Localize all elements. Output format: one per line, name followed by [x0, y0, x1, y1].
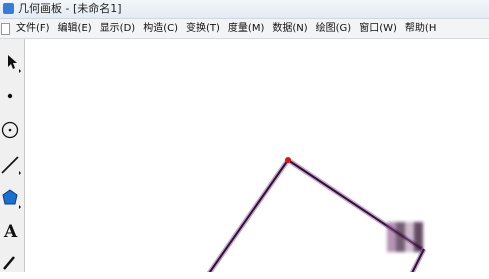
document-icon[interactable]	[1, 23, 10, 35]
text-tool[interactable]: A	[0, 217, 24, 247]
menu-construct[interactable]: 构造(C)	[139, 19, 182, 38]
vertex-point[interactable]	[285, 157, 291, 163]
app-icon	[3, 3, 14, 14]
line-segment-icon	[1, 156, 21, 175]
arrow-icon	[8, 55, 21, 73]
menu-measure[interactable]: 度量(M)	[224, 19, 268, 38]
arrow-select-tool[interactable]	[0, 47, 24, 77]
polygon-tool[interactable]	[0, 183, 24, 213]
title-bar: 几何画板 - [未命名1]	[0, 0, 489, 19]
menu-bar: 文件(F) 编辑(E) 显示(D) 构造(C) 变换(T) 度量(M) 数据(N…	[0, 19, 489, 39]
pencil-icon	[3, 256, 15, 270]
point-tool[interactable]	[0, 81, 24, 111]
marker-tool[interactable]	[0, 245, 24, 275]
menu-graph[interactable]: 绘图(G)	[312, 19, 356, 38]
pentagon-icon	[2, 189, 21, 209]
menu-data[interactable]: 数据(N)	[268, 19, 311, 38]
menu-display[interactable]: 显示(D)	[96, 19, 140, 38]
menu-window[interactable]: 窗口(W)	[355, 19, 401, 38]
blurred-region	[387, 222, 423, 252]
segment-tool[interactable]	[0, 149, 24, 179]
menu-edit[interactable]: 编辑(E)	[54, 19, 96, 38]
point-icon	[7, 93, 13, 99]
tool-palette: A	[0, 39, 25, 272]
drawing-canvas[interactable]	[25, 39, 489, 272]
menu-transform[interactable]: 变换(T)	[182, 19, 224, 38]
compass-tool[interactable]	[0, 115, 24, 145]
menu-help[interactable]: 帮助(H	[401, 19, 440, 38]
window-title: 几何画板 - [未命名1]	[18, 2, 122, 15]
menu-file[interactable]: 文件(F)	[12, 19, 54, 38]
circle-icon	[1, 121, 19, 139]
menu-list: 文件(F) 编辑(E) 显示(D) 构造(C) 变换(T) 度量(M) 数据(N…	[12, 19, 440, 38]
